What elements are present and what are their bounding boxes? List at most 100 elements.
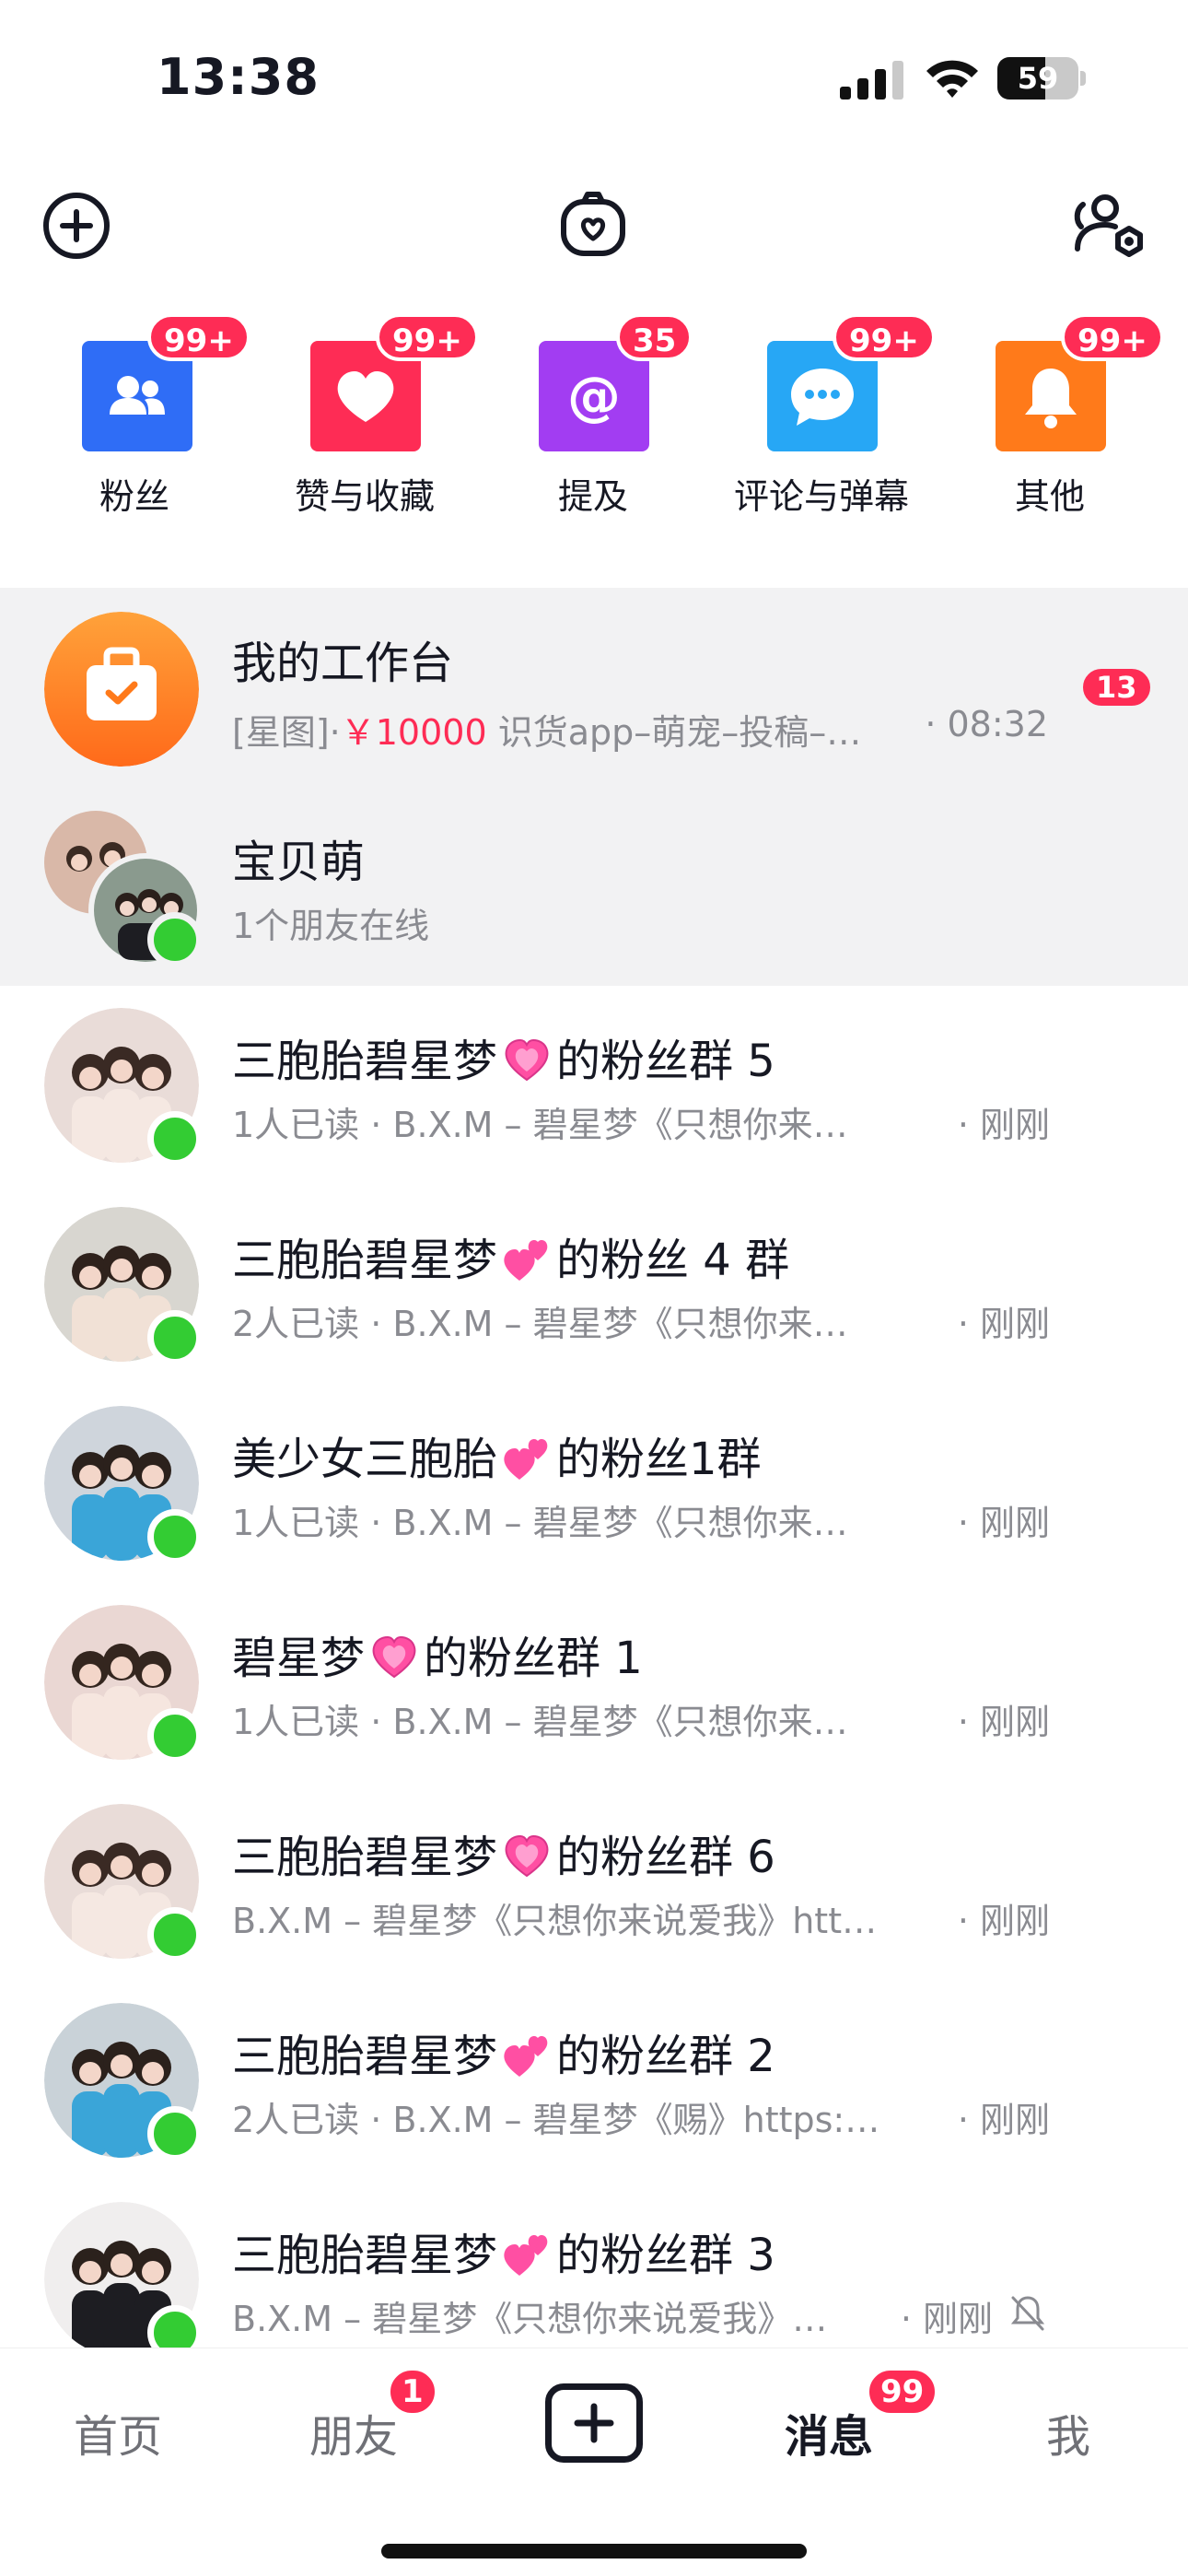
two-hearts-icon [504,2036,548,2077]
category-badge: 99+ [376,313,479,361]
add-circle-icon[interactable] [42,192,111,260]
category-label: 其他 [1014,476,1085,517]
briefcase-icon [44,612,199,767]
chat-preview: B.X.M – 碧星梦《只想你来说爱我》… [232,2299,828,2339]
online-indicator [147,2106,203,2161]
wifi-icon [926,60,978,98]
chat-row[interactable]: 三胞胎碧星梦 的粉丝 4 群 2人已读 · B.X.M – 碧星梦《只想你来… · 刚… [0,1185,1188,1384]
chat-title-prefix: 三胞胎碧星梦 [232,2230,498,2281]
category-comments[interactable]: 99+ 评论与弹幕 [706,313,937,525]
category-other[interactable]: 99+ 其他 [935,313,1165,525]
chat-title-suffix: 的粉丝群 1 [424,1633,643,1684]
workbench-row[interactable]: 我的工作台 [星图]·￥10000 识货app–萌宠–投稿–… · 08:32 … [0,588,1188,787]
home-indicator [381,2544,807,2558]
mute-bell-icon [1010,2296,1045,2331]
workbench-tag: [星图]· [232,712,341,753]
chat-row[interactable]: 三胞胎碧星梦 的粉丝群 6 B.X.M – 碧星梦《只想你来说爱我》htt… · 刚刚 [0,1782,1188,1981]
online-indicator [147,1907,203,1962]
online-indicator [147,1310,203,1365]
workbench-price: ￥10000 [340,712,487,753]
chat-preview: 2人已读 · B.X.M – 碧星梦《只想你来… [232,1304,848,1344]
online-indicator [147,1708,203,1763]
online-indicator [147,912,203,967]
chat-title-prefix: 三胞胎碧星梦 [232,2031,498,2082]
chat-title: 宝贝萌 [232,837,366,888]
chat-title-prefix: 美少女三胞胎 [232,1434,498,1485]
chat-title-suffix: 的粉丝群 6 [556,1832,775,1883]
chat-title: 三胞胎碧星梦 的粉丝群 5 [232,1025,775,1089]
workbench-time: · 08:32 [925,704,1048,744]
category-label: 评论与弹幕 [733,476,909,517]
chat-preview: 1人已读 · B.X.M – 碧星梦《只想你来… [232,1702,848,1742]
sparkling-heart-icon [505,1834,549,1878]
chat-row[interactable]: 三胞胎碧星梦 的粉丝群 2 2人已读 · B.X.M – 碧星梦《赐》https:…… [0,1981,1188,2180]
nav-me[interactable]: 我 [1046,2400,1090,2465]
chat-row[interactable]: 三胞胎碧星梦 的粉丝群 5 1人已读 · B.X.M – 碧星梦《只想你来… · 刚刚 [0,986,1188,1185]
chat-time: · 刚刚 [900,2299,993,2339]
category-likes-favorites[interactable]: 99+ 赞与收藏 [250,313,480,525]
category-label: 提及 [557,476,628,517]
chat-row[interactable]: 碧星梦 的粉丝群 1 1人已读 · B.X.M – 碧星梦《只想你来… · 刚刚 [0,1583,1188,1782]
chat-title: 三胞胎碧星梦 的粉丝群 3 [232,2219,775,2283]
chat-row[interactable]: 美少女三胞胎 的粉丝1群 1人已读 · B.X.M – 碧星梦《只想你来… · 刚刚 [0,1384,1188,1583]
workbench-preview: [星图]·￥10000 识货app–萌宠–投稿–… [232,704,861,755]
cellular-signal-icon [840,61,903,100]
status-bar: 13:38 59 [0,0,1188,138]
category-badge: 35 [616,313,693,361]
chat-title-suffix: 的粉丝 4 群 [556,1235,790,1286]
chat-time: · 刚刚 [957,1105,1050,1145]
chat-title-prefix: 三胞胎碧星梦 [232,1832,498,1883]
chat-time: · 刚刚 [957,2100,1050,2140]
chat-preview: 1人已读 · B.X.M – 碧星梦《只想你来… [232,1105,848,1145]
bottom-nav: 首页 朋友 1 消息 99 我 [0,2348,1188,2576]
chat-subtitle: 1个朋友在线 [232,906,430,946]
online-indicator [147,1111,203,1166]
category-label: 粉丝 [99,476,169,517]
category-badge: 99+ [147,313,250,361]
unread-badge: 13 [1079,665,1154,709]
nav-messages[interactable]: 消息 [785,2400,873,2465]
chat-preview: 2人已读 · B.X.M – 碧星梦《赐》https:… [232,2100,880,2140]
two-hearts-icon [504,1240,548,1281]
chat-time: · 刚刚 [957,1503,1050,1543]
messages-badge: 99 [866,2367,939,2417]
workbench-preview-text: 识货app–萌宠–投稿–… [486,712,862,753]
chat-preview: 1人已读 · B.X.M – 碧星梦《只想你来… [232,1503,848,1543]
nav-home[interactable]: 首页 [74,2400,162,2465]
sparkling-heart-icon [505,1038,549,1082]
chat-title-suffix: 的粉丝群 2 [556,2031,775,2082]
friend-group-row[interactable]: 宝贝萌 1个朋友在线 [0,787,1188,986]
chat-title-prefix: 三胞胎碧星梦 [232,1036,498,1087]
chat-time: · 刚刚 [957,1304,1050,1344]
camera-icon[interactable] [556,189,630,263]
plus-icon [574,2403,614,2443]
two-hearts-icon [504,2235,548,2276]
online-indicator [147,1509,203,1564]
chat-preview: B.X.M – 碧星梦《只想你来说爱我》htt… [232,1901,878,1941]
category-badge: 99+ [833,313,936,361]
two-hearts-icon [504,1439,548,1480]
workbench-title: 我的工作台 [232,638,454,689]
chat-title: 三胞胎碧星梦 的粉丝群 6 [232,1821,775,1885]
chat-title: 美少女三胞胎 的粉丝1群 [232,1423,762,1487]
friends-badge: 1 [387,2367,438,2417]
category-mentions[interactable]: @ 35 提及 [478,313,708,525]
chat-title-prefix: 三胞胎碧星梦 [232,1235,498,1286]
chat-title: 三胞胎碧星梦 的粉丝群 2 [232,2020,775,2084]
battery-percent: 59 [1017,61,1059,96]
chat-title-suffix: 的粉丝群 5 [556,1036,775,1087]
chat-time: · 刚刚 [957,1901,1050,1941]
nav-friends[interactable]: 朋友 [309,2400,398,2465]
chat-title-prefix: 碧星梦 [232,1633,366,1684]
chat-title-suffix: 的粉丝1群 [556,1434,762,1485]
category-fans[interactable]: 99+ 粉丝 [21,313,251,525]
status-time: 13:38 [157,48,320,106]
create-button[interactable] [545,2383,643,2463]
category-badge: 99+ [1061,313,1164,361]
category-label: 赞与收藏 [294,476,435,517]
people-settings-icon[interactable] [1072,190,1149,263]
svg-text:@: @ [567,365,621,427]
chat-title-suffix: 的粉丝群 3 [556,2230,775,2281]
chat-title: 三胞胎碧星梦 的粉丝 4 群 [232,1224,789,1288]
chat-title: 碧星梦 的粉丝群 1 [232,1622,643,1686]
